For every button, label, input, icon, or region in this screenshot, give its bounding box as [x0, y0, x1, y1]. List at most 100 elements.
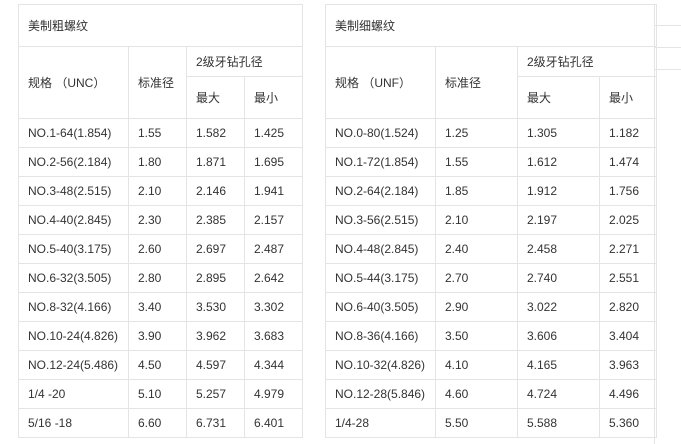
fine-header-row: 规格 （UNF） 标准径 2级牙钻孔径: [325, 46, 657, 119]
table-row: NO.0-80(1.524) 1.25 1.305 1.182: [325, 118, 657, 148]
adjacent-table-row: [655, 4, 681, 26]
fine-thread-table: 美制细螺纹 规格 （UNF） 标准径 2级牙钻孔径 最大 最小 NO.0-80(…: [325, 4, 657, 438]
spec-cell: NO.4-48(2.845): [325, 234, 436, 264]
table-row: NO.5-44(3.175) 2.70 2.740 2.551: [325, 263, 657, 293]
coarse-header-row: 规格 （UNC） 标准径 2级牙钻孔径: [18, 46, 303, 119]
spec-cell: NO.3-48(2.515): [18, 176, 129, 206]
nominal-cell: 3.50: [435, 321, 518, 351]
min-cell: 1.425: [244, 118, 303, 148]
fine-min-header: 最小: [599, 76, 657, 119]
min-cell: 4.496: [599, 379, 657, 409]
coarse-max-header: 最大: [186, 76, 245, 119]
spec-cell: 1/4-28: [325, 408, 436, 438]
max-cell: 1.305: [517, 118, 600, 148]
coarse-nominal-header: 标准径: [128, 46, 187, 119]
nominal-cell: 4.60: [435, 379, 518, 409]
table-row: 5/16 -18 6.60 6.731 6.401: [18, 408, 303, 438]
fine-table-title: 美制细螺纹: [325, 4, 657, 47]
nominal-cell: 1.25: [435, 118, 518, 148]
coarse-min-header: 最小: [244, 76, 303, 119]
min-cell: 2.642: [244, 263, 303, 293]
min-cell: 2.820: [599, 292, 657, 322]
nominal-cell: 1.85: [435, 176, 518, 206]
max-cell: 3.022: [517, 292, 600, 322]
max-cell: 3.962: [186, 321, 245, 351]
nominal-cell: 6.60: [128, 408, 187, 438]
max-cell: 2.740: [517, 263, 600, 293]
table-row: NO.2-64(2.184) 1.85 1.912 1.756: [325, 176, 657, 206]
min-cell: 2.551: [599, 263, 657, 293]
nominal-cell: 3.40: [128, 292, 187, 322]
spec-cell: NO.10-24(4.826): [18, 321, 129, 351]
min-cell: 2.271: [599, 234, 657, 264]
nominal-cell: 2.10: [128, 176, 187, 206]
table-row: NO.4-40(2.845) 2.30 2.385 2.157: [18, 205, 303, 235]
table-row: NO.4-48(2.845) 2.40 2.458 2.271: [325, 234, 657, 264]
adjacent-table-row: [655, 26, 681, 48]
table-row: NO.6-32(3.505) 2.80 2.895 2.642: [18, 263, 303, 293]
table-row: NO.5-40(3.175) 2.60 2.697 2.487: [18, 234, 303, 264]
spec-cell: NO.4-40(2.845): [18, 205, 129, 235]
coarse-drill-header: 2级牙钻孔径: [186, 46, 303, 77]
min-cell: 6.401: [244, 408, 303, 438]
nominal-cell: 2.80: [128, 263, 187, 293]
fine-max-header: 最大: [517, 76, 600, 119]
nominal-cell: 3.90: [128, 321, 187, 351]
coarse-table-title: 美制粗螺纹: [18, 4, 303, 47]
fine-nominal-header: 标准径: [435, 46, 518, 119]
min-cell: 3.404: [599, 321, 657, 351]
max-cell: 5.588: [517, 408, 600, 438]
spec-cell: NO.3-56(2.515): [325, 205, 436, 235]
fine-table-body: 美制细螺纹 规格 （UNF） 标准径 2级牙钻孔径 最大 最小 NO.0-80(…: [325, 4, 657, 438]
min-cell: 1.941: [244, 176, 303, 206]
max-cell: 1.612: [517, 147, 600, 177]
min-cell: 2.157: [244, 205, 303, 235]
fine-title-row: 美制细螺纹: [325, 4, 657, 47]
fine-spec-header: 规格 （UNF）: [325, 46, 436, 119]
nominal-cell: 5.10: [128, 379, 187, 409]
spec-cell: NO.10-32(4.826): [325, 350, 436, 380]
nominal-cell: 2.10: [435, 205, 518, 235]
nominal-cell: 2.40: [435, 234, 518, 264]
spec-cell: NO.6-40(3.505): [325, 292, 436, 322]
table-row: NO.8-32(4.166) 3.40 3.530 3.302: [18, 292, 303, 322]
max-cell: 5.257: [186, 379, 245, 409]
nominal-cell: 2.90: [435, 292, 518, 322]
nominal-cell: 2.70: [435, 263, 518, 293]
nominal-cell: 4.50: [128, 350, 187, 380]
table-row: NO.1-72(1.854) 1.55 1.612 1.474: [325, 147, 657, 177]
max-cell: 2.697: [186, 234, 245, 264]
min-cell: 1.474: [599, 147, 657, 177]
spec-cell: NO.8-36(4.166): [325, 321, 436, 351]
fine-drill-header: 2级牙钻孔径: [517, 46, 657, 77]
nominal-cell: 5.50: [435, 408, 518, 438]
max-cell: 2.458: [517, 234, 600, 264]
spec-cell: NO.0-80(1.524): [325, 118, 436, 148]
max-cell: 3.530: [186, 292, 245, 322]
min-cell: 1.182: [599, 118, 657, 148]
max-cell: 1.582: [186, 118, 245, 148]
max-cell: 4.724: [517, 379, 600, 409]
adjacent-table-edge: [654, 4, 681, 444]
spec-cell: NO.12-28(5.846): [325, 379, 436, 409]
min-cell: 4.979: [244, 379, 303, 409]
spec-cell: NO.5-44(3.175): [325, 263, 436, 293]
max-cell: 2.146: [186, 176, 245, 206]
nominal-cell: 1.55: [128, 118, 187, 148]
min-cell: 1.695: [244, 147, 303, 177]
table-row: NO.12-28(5.846) 4.60 4.724 4.496: [325, 379, 657, 409]
max-cell: 4.597: [186, 350, 245, 380]
max-cell: 4.165: [517, 350, 600, 380]
table-row: NO.10-24(4.826) 3.90 3.962 3.683: [18, 321, 303, 351]
table-row: 1/4 -20 5.10 5.257 4.979: [18, 379, 303, 409]
spec-cell: NO.2-64(2.184): [325, 176, 436, 206]
max-cell: 2.197: [517, 205, 600, 235]
spec-cell: NO.8-32(4.166): [18, 292, 129, 322]
min-cell: 3.963: [599, 350, 657, 380]
max-cell: 1.912: [517, 176, 600, 206]
min-cell: 3.683: [244, 321, 303, 351]
table-row: 1/4-28 5.50 5.588 5.360: [325, 408, 657, 438]
table-row: NO.10-32(4.826) 4.10 4.165 3.963: [325, 350, 657, 380]
table-row: NO.3-56(2.515) 2.10 2.197 2.025: [325, 205, 657, 235]
min-cell: 2.487: [244, 234, 303, 264]
